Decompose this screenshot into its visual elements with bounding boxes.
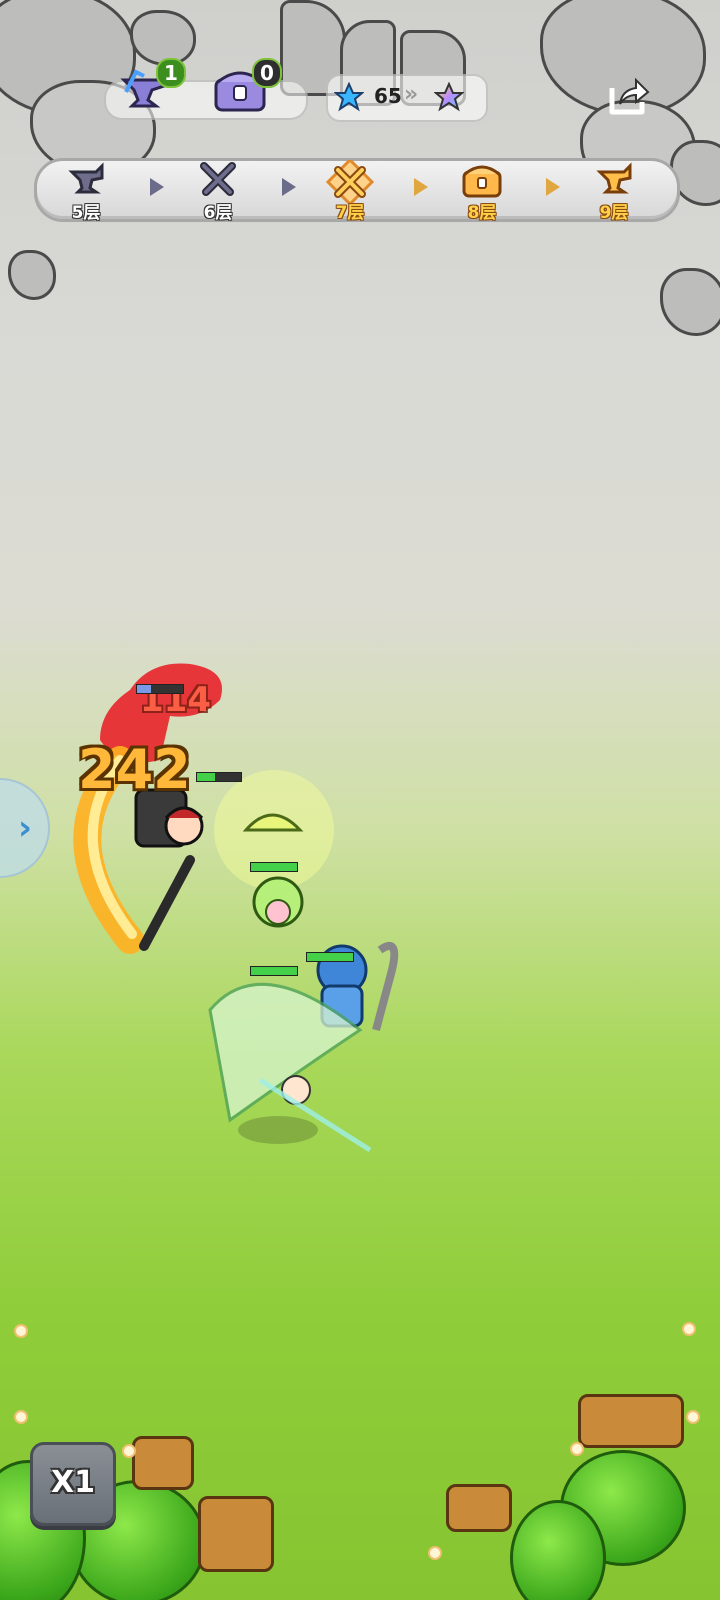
flower-decoration (430, 1548, 440, 1558)
side-panel-expand-button[interactable]: › (0, 778, 50, 878)
knight-health-bar (196, 772, 242, 782)
game-scene: 1 0 65 » 5层 6层 7层 8层 9层 › 114 242 X1 (0, 0, 720, 1600)
floor-arrow-icon (282, 178, 296, 196)
share-button[interactable] (606, 76, 652, 118)
crossed-swords-icon (200, 162, 236, 196)
double-chevron-icon: » (404, 82, 419, 107)
damage-number-big: 242 (78, 738, 191, 801)
anvil-icon (596, 162, 632, 194)
floor-label-8: 8层 (467, 203, 497, 223)
flower-decoration (16, 1412, 26, 1422)
floor-label-9: 9层 (599, 203, 629, 223)
star-icon (334, 82, 364, 112)
mage-health-bar (306, 952, 354, 962)
log-stump-decoration (578, 1394, 684, 1448)
log-stump-decoration (446, 1484, 512, 1532)
flower-decoration (16, 1326, 26, 1336)
flower-decoration (684, 1324, 694, 1334)
share-icon (609, 77, 650, 115)
stars-progress-pill: 65 » (326, 74, 488, 122)
side-log-left (8, 250, 56, 300)
log-stump-decoration (198, 1496, 274, 1572)
enemy-health-bar (136, 684, 184, 694)
treasure-chest-icon (462, 165, 502, 198)
floor-label-5: 5层 (71, 203, 101, 223)
floor-label-6: 6层 (203, 203, 233, 223)
floor-label-7: 7层 (335, 203, 365, 223)
floor-arrow-icon (546, 178, 560, 196)
floor-arrow-icon (414, 178, 428, 196)
stars-count: 65 (374, 84, 402, 108)
healer-health-bar (250, 862, 298, 872)
game-speed-button[interactable]: X1 (30, 1442, 116, 1526)
anvil-icon (68, 162, 104, 194)
anvil-count-badge: 1 (156, 58, 186, 88)
game-speed-label: X1 (50, 1465, 95, 1500)
flower-decoration (688, 1412, 698, 1422)
chevron-right-icon: › (17, 808, 32, 848)
side-log-right (660, 268, 720, 336)
floor-node-6: 6层 (188, 160, 248, 223)
archer-health-bar (250, 966, 298, 976)
flower-decoration (124, 1446, 134, 1456)
rainbow-star-icon (434, 82, 464, 112)
battle-characters (73, 663, 399, 1153)
floor-node-9: 9层 (584, 160, 644, 223)
floor-node-8: 8层 (452, 160, 512, 223)
flower-decoration (572, 1444, 582, 1454)
chest-count-badge: 0 (252, 58, 282, 88)
floor-node-7-current: 7层 (320, 160, 380, 223)
log-stump-decoration (132, 1436, 194, 1490)
floor-arrow-icon (150, 178, 164, 196)
floor-node-5: 5层 (56, 160, 116, 223)
